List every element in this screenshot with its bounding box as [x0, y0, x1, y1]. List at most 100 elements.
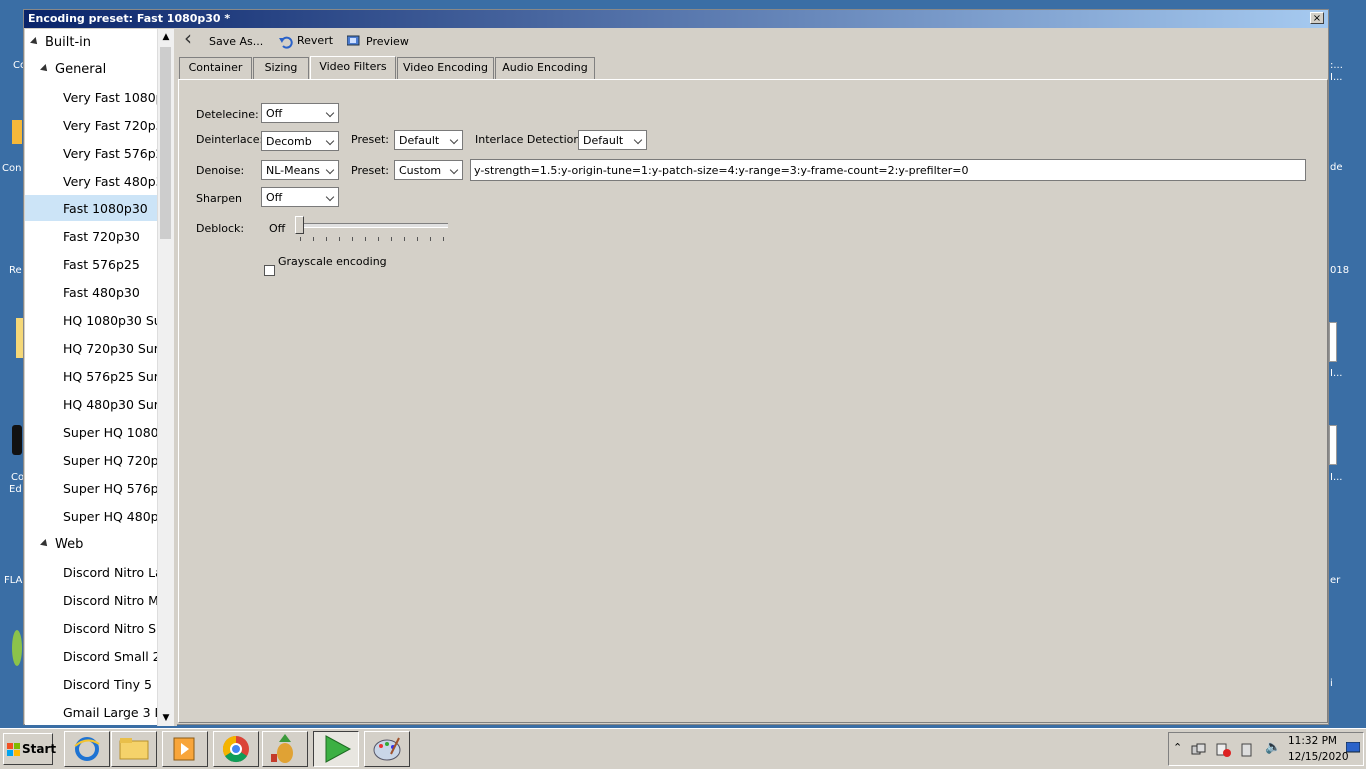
show-hidden-icons-icon[interactable]: ⌃	[1173, 741, 1182, 754]
deinterlace-select[interactable]: Decomb	[261, 131, 339, 151]
tree-item[interactable]: Super HQ 720p30	[25, 447, 157, 473]
denoise-preset-label: Preset:	[351, 164, 390, 177]
tree-item[interactable]: Very Fast 576p25	[25, 140, 157, 166]
tree-item-selected[interactable]: Fast 1080p30	[25, 195, 157, 221]
preset-tree[interactable]: Built-in General Very Fast 1080p30 Very …	[25, 29, 157, 725]
scroll-up-arrow-icon[interactable]: ▲	[158, 29, 174, 45]
tab-video-encoding[interactable]: Video Encoding	[397, 57, 494, 79]
tree-item[interactable]: HQ 1080p30 Surround	[25, 307, 157, 333]
desktop-folder-icon[interactable]	[12, 120, 22, 144]
taskbar-file-explorer[interactable]	[111, 731, 157, 767]
clock-time[interactable]: 11:32 PM	[1288, 735, 1337, 747]
revert-button[interactable]: Revert	[297, 33, 333, 49]
action-center-warning-icon[interactable]	[1215, 743, 1231, 757]
revert-icon[interactable]	[279, 35, 293, 49]
tree-item[interactable]: HQ 720p30 Surround	[25, 335, 157, 361]
denoise-preset-select[interactable]: Custom	[394, 160, 463, 180]
tree-node-built-in[interactable]: Built-in	[25, 29, 157, 55]
tab-sizing[interactable]: Sizing	[253, 57, 309, 79]
tree-item[interactable]: Very Fast 1080p30	[25, 84, 157, 110]
slider-tick	[352, 237, 353, 241]
tree-node-general[interactable]: General	[25, 56, 157, 82]
back-button[interactable]: ‹	[184, 28, 192, 48]
deinterlace-value: Decomb	[266, 135, 312, 148]
clock-date[interactable]: 12/15/2020	[1288, 751, 1349, 763]
preview-icon[interactable]	[347, 35, 360, 47]
close-button[interactable]: ×	[1310, 12, 1324, 24]
tree-item[interactable]: Gmail Large 3 Min	[25, 699, 157, 725]
tree-item[interactable]: Very Fast 720p30	[25, 112, 157, 138]
tab-video-filters[interactable]: Video Filters	[310, 56, 396, 80]
slider-tick	[365, 237, 366, 241]
desktop-doc-icon[interactable]	[1329, 425, 1337, 465]
interlace-detection-value: Default	[583, 134, 624, 147]
tree-item-label: HQ 480p30 Surround	[63, 397, 157, 412]
sharpen-select[interactable]: Off	[261, 187, 339, 207]
detelecine-select[interactable]: Off	[261, 103, 339, 123]
taskbar-active-app[interactable]	[313, 731, 359, 767]
title-bar[interactable]: Encoding preset: Fast 1080p30 * ×	[24, 10, 1328, 28]
pane-splitter[interactable]	[174, 29, 177, 726]
tree-item[interactable]: Fast 576p25	[25, 251, 157, 277]
save-as-button[interactable]: Save As...	[209, 34, 263, 50]
sharpen-value: Off	[266, 191, 283, 204]
expand-triangle-icon[interactable]	[40, 64, 50, 74]
denoise-value: NL-Means	[266, 164, 320, 177]
tree-item[interactable]: Very Fast 480p30	[25, 168, 157, 194]
tree-item[interactable]: Discord Nitro Small	[25, 615, 157, 641]
preview-button[interactable]: Preview	[366, 34, 409, 50]
tree-item[interactable]: Discord Nitro Large	[25, 559, 157, 585]
taskbar-chrome[interactable]	[213, 731, 259, 767]
desktop-icon-label: FLA	[4, 575, 23, 586]
interlace-detection-select[interactable]: Default	[578, 130, 647, 150]
deinterlace-preset-label: Preset:	[351, 133, 390, 146]
expand-triangle-icon[interactable]	[30, 37, 40, 47]
desktop-app-icon[interactable]	[12, 630, 22, 666]
usb-device-icon[interactable]	[1239, 743, 1255, 757]
taskbar-internet-explorer[interactable]	[64, 731, 110, 767]
taskbar-media-player[interactable]	[162, 731, 208, 767]
deblock-slider-thumb[interactable]	[295, 216, 304, 234]
tree-item[interactable]: Super HQ 576p25	[25, 475, 157, 501]
deinterlace-preset-select[interactable]: Default	[394, 130, 463, 150]
windows-logo-icon	[7, 743, 20, 756]
grayscale-checkbox[interactable]	[264, 265, 275, 276]
tree-item-label: Very Fast 720p30	[63, 118, 157, 133]
desktop-icon-label: Ed	[9, 484, 22, 495]
tree-item[interactable]: Discord Nitro Medium	[25, 587, 157, 613]
desktop-doc-icon[interactable]	[1329, 322, 1337, 362]
tree-item[interactable]: HQ 480p30 Surround	[25, 391, 157, 417]
grayscale-label[interactable]: Grayscale encoding	[278, 255, 387, 268]
tree-item[interactable]: Super HQ 480p30	[25, 503, 157, 529]
denoise-select[interactable]: NL-Means	[261, 160, 339, 180]
detelecine-label: Detelecine:	[196, 108, 259, 121]
scroll-thumb[interactable]	[160, 47, 171, 239]
slider-tick	[443, 237, 444, 241]
desktop-app-icon[interactable]	[12, 425, 22, 455]
tab-audio-encoding[interactable]: Audio Encoding	[495, 57, 595, 79]
tab-container[interactable]: Container	[179, 57, 252, 79]
tree-item[interactable]: Fast 480p30	[25, 279, 157, 305]
network-icon[interactable]	[1191, 743, 1207, 757]
slider-tick	[391, 237, 392, 241]
tree-item[interactable]: Discord Tiny 5 Min	[25, 671, 157, 697]
tree-scrollbar[interactable]: ▲ ▼	[157, 29, 174, 726]
tree-item[interactable]: HQ 576p25 Surround	[25, 363, 157, 389]
taskbar-handbrake[interactable]	[262, 731, 308, 767]
tree-item[interactable]: Discord Small 2 Min	[25, 643, 157, 669]
deinterlace-label: Deinterlace:	[196, 133, 264, 146]
denoise-preset-value: Custom	[399, 164, 442, 177]
desktop-icon-label: Re	[9, 265, 22, 276]
tree-item[interactable]: Super HQ 1080p30	[25, 419, 157, 445]
deblock-slider-track[interactable]	[296, 223, 448, 228]
scroll-down-arrow-icon[interactable]: ▼	[158, 710, 174, 726]
start-button[interactable]: Start	[3, 733, 56, 765]
denoise-custom-input[interactable]: y-strength=1.5:y-origin-tune=1:y-patch-s…	[470, 159, 1306, 181]
volume-icon[interactable]: 🔈	[1265, 740, 1281, 755]
expand-triangle-icon[interactable]	[40, 539, 50, 549]
sharpen-label: Sharpen	[196, 192, 242, 205]
chevron-down-icon	[449, 135, 459, 145]
taskbar-paint[interactable]	[364, 731, 410, 767]
tree-item[interactable]: Fast 720p30	[25, 223, 157, 249]
tree-node-web[interactable]: Web	[25, 531, 157, 557]
